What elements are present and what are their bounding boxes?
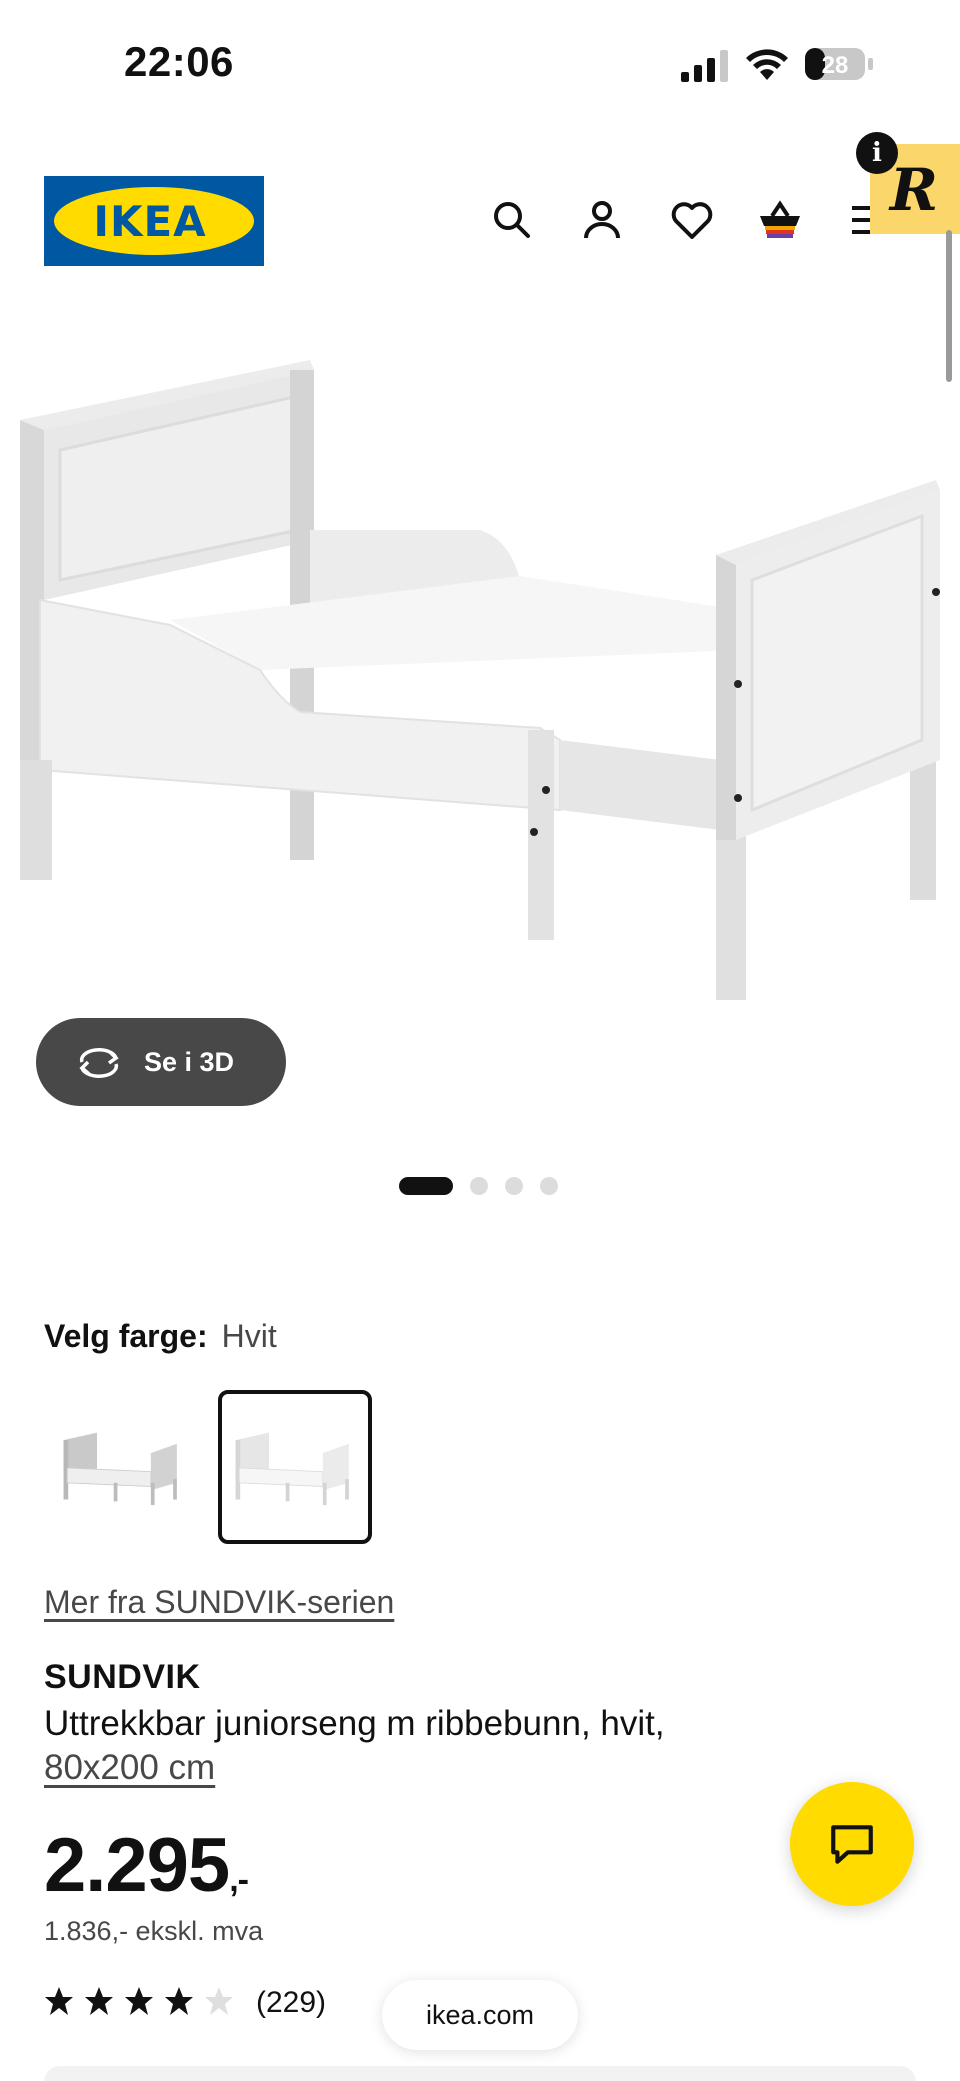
carousel-dot[interactable] [470,1177,488,1195]
star-filled-icon [85,1987,113,2015]
wifi-icon [746,49,788,80]
battery-level: 28 [822,52,849,79]
swatch-bed-thumbnail [63,1432,177,1506]
view-3d-button[interactable]: Se i 3D [36,1018,286,1106]
carousel-dot[interactable] [399,1177,453,1195]
price-value: 2.295 [44,1823,230,1908]
rotate-3d-icon [79,1048,119,1078]
review-count[interactable]: (229) [256,1986,326,2020]
logo-text: IKEA [93,197,206,246]
carousel-dot[interactable] [505,1177,523,1195]
heart-icon[interactable] [668,196,716,244]
signal-icon [681,50,728,82]
browser-url-pill[interactable]: ikea.com [382,1980,578,2050]
star-filled-icon [45,1987,73,2015]
swatch-bed-thumbnail [235,1432,349,1506]
star-filled-icon [125,1987,153,2015]
search-icon[interactable] [488,196,536,244]
color-selector-heading: Velg farge: Hvit [44,1318,277,1355]
price-suffix: ,- [229,1861,249,1899]
price: 2.295,- [44,1822,249,1909]
star-filled-icon [165,1987,193,2015]
ikea-logo[interactable]: IKEA [44,176,264,266]
battery-icon: 28 [805,48,873,80]
chat-button[interactable] [790,1782,914,1906]
view-3d-label: Se i 3D [144,1046,235,1077]
carousel-dots [399,1177,558,1195]
info-badge[interactable]: i [856,132,898,174]
price-excl-vat: 1.836,- ekskl. mva [44,1916,264,1946]
product-size-link[interactable]: 80x200 cm [44,1748,215,1788]
carousel-dot[interactable] [540,1177,558,1195]
product-description: Uttrekkbar juniorseng m ribbebunn, hvit, [44,1704,665,1743]
color-value: Hvit [221,1318,277,1354]
bottom-panel-edge [44,2066,916,2081]
color-swatch-grey-white[interactable] [46,1390,200,1544]
product-name: SUNDVIK [44,1658,201,1696]
svg-text:R: R [888,156,938,224]
chat-icon [831,1825,873,1864]
account-icon[interactable] [578,196,626,244]
status-time: 22:06 [124,38,234,85]
series-link[interactable]: Mer fra SUNDVIK-serien [44,1584,394,1621]
color-label: Velg farge: [44,1318,208,1354]
star-empty-icon [205,1987,233,2015]
basket-icon[interactable] [756,196,804,244]
color-swatch-white[interactable] [218,1390,372,1544]
product-image[interactable] [0,340,960,1000]
rating-stars[interactable] [44,1986,244,2016]
